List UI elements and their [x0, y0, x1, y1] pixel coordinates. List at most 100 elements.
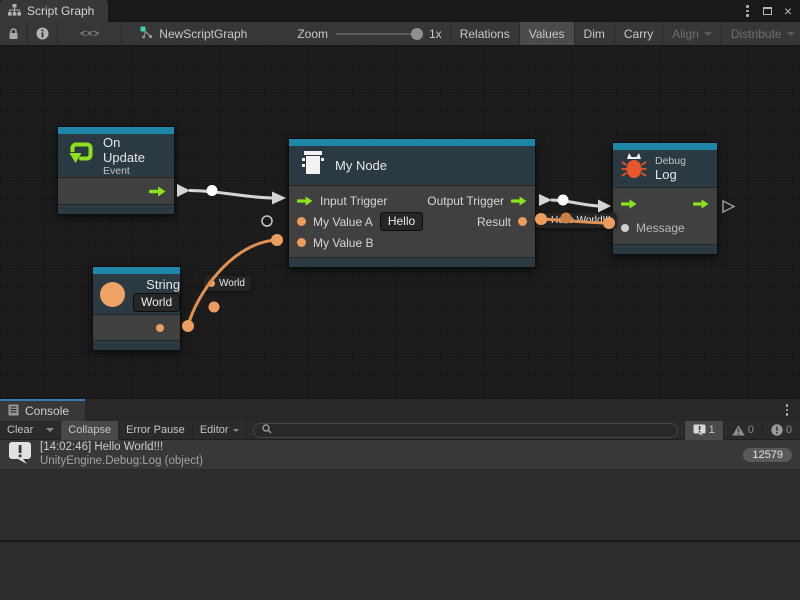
debug-input-trigger-port[interactable]	[621, 199, 637, 209]
output-trigger-port[interactable]	[511, 196, 527, 206]
node-subtitle: Event	[103, 165, 164, 177]
wire-endpoint	[182, 320, 194, 332]
info-button[interactable]	[28, 22, 58, 45]
window-controls: ×	[744, 0, 800, 22]
node-debug-log[interactable]: Debug Log Message	[612, 142, 718, 255]
collapse-button[interactable]: Collapse	[61, 421, 119, 440]
window-tab-bar: Script Graph ×	[0, 0, 800, 22]
zoom-slider[interactable]	[336, 33, 421, 35]
distribute-dropdown[interactable]: Distribute	[722, 22, 800, 45]
flow-droplet	[558, 195, 569, 206]
port-label: Message	[636, 221, 685, 235]
console-search[interactable]	[253, 423, 678, 438]
tab-console[interactable]: Console	[0, 399, 85, 421]
chevron-down-icon	[233, 429, 239, 432]
zoom-label: Zoom	[297, 27, 328, 41]
log-entry[interactable]: [14:02:46] Hello World!!! UnityEngine.De…	[0, 440, 800, 470]
my-value-b-port[interactable]	[297, 238, 306, 247]
node-title: My Node	[335, 158, 387, 173]
graph-toolbar-buttons: Relations Values Dim Carry Align Distrib…	[451, 22, 800, 45]
console-menu-icon[interactable]	[784, 402, 791, 418]
value-dot	[540, 217, 547, 224]
warning-count-toggle[interactable]: 0	[723, 421, 762, 440]
graph-name-label: NewScriptGraph	[159, 27, 247, 41]
port-label: My Value B	[313, 236, 373, 250]
info-count: 1	[709, 424, 715, 436]
lock-icon	[8, 28, 19, 40]
graph-canvas[interactable]: On Update Event	[0, 45, 800, 399]
graph-reference[interactable]: NewScriptGraph	[122, 26, 257, 42]
wire-start-arrow	[177, 184, 190, 197]
my-value-a-field[interactable]: Hello	[380, 212, 423, 231]
info-bubble-icon	[693, 424, 706, 436]
error-circle-icon	[771, 424, 783, 436]
wire-end-arrow	[598, 200, 611, 213]
carry-button[interactable]: Carry	[615, 22, 663, 45]
wire-end-arrow	[272, 192, 286, 205]
collapse-count-badge: 12579	[743, 448, 792, 462]
info-count-toggle[interactable]: 1	[684, 421, 723, 440]
port-label: My Value A	[313, 215, 373, 229]
trigger-wire	[189, 191, 274, 199]
my-value-a-port[interactable]	[297, 217, 306, 226]
result-port[interactable]	[518, 217, 527, 226]
info-icon	[36, 27, 49, 40]
chevron-down-icon	[704, 32, 712, 36]
wire-endpoint	[271, 234, 283, 246]
error-pause-button[interactable]: Error Pause	[119, 421, 193, 440]
console-tab-bar: Console	[0, 399, 800, 421]
wire-value-bubble-hello-world: Hello World!!!	[536, 213, 617, 228]
graph-toolbar: <×> NewScriptGraph Zoom 1x Relations Val…	[0, 22, 800, 45]
clear-button[interactable]: Clear	[0, 421, 40, 440]
script-graph-asset-icon	[140, 26, 153, 42]
on-update-loop-icon	[68, 140, 95, 172]
maximize-icon[interactable]	[763, 7, 772, 15]
editor-dropdown[interactable]: Editor	[193, 421, 247, 440]
tab-script-graph[interactable]: Script Graph	[0, 0, 108, 22]
chevron-down-icon	[787, 32, 795, 36]
node-footer	[613, 244, 717, 254]
align-dropdown[interactable]: Align	[663, 22, 722, 45]
chevron-down-icon	[46, 428, 54, 432]
string-output-port[interactable]	[156, 324, 164, 332]
unconnected-trigger-triangle	[723, 201, 734, 212]
warning-count: 0	[748, 424, 754, 436]
node-title: String	[133, 277, 180, 292]
close-icon[interactable]: ×	[784, 4, 792, 18]
message-port[interactable]	[621, 224, 629, 232]
window-menu-icon[interactable]	[744, 3, 751, 19]
input-trigger-port[interactable]	[297, 196, 313, 206]
node-header-bar	[613, 143, 717, 150]
zoom-slider-handle[interactable]	[411, 28, 423, 40]
flow-droplet	[209, 302, 220, 313]
node-title: On Update	[103, 135, 164, 165]
wire-start-arrow	[539, 194, 552, 206]
node-my-node[interactable]: My Node Input Trigger Output Trigger My …	[288, 138, 536, 268]
node-string-literal[interactable]: String World	[92, 266, 181, 351]
on-update-output-port[interactable]	[149, 186, 166, 197]
string-value-field[interactable]: World	[133, 293, 180, 312]
error-count: 0	[786, 424, 792, 436]
console-panel: Console Clear Collapse Error Pause Edito…	[0, 399, 800, 600]
values-button[interactable]: Values	[520, 22, 575, 45]
search-icon	[262, 424, 272, 437]
clear-dropdown[interactable]	[40, 421, 61, 440]
node-on-update[interactable]: On Update Event	[57, 126, 175, 215]
console-log-list: [14:02:46] Hello World!!! UnityEngine.De…	[0, 440, 800, 540]
search-input[interactable]	[277, 424, 669, 436]
string-literal-icon	[100, 282, 125, 307]
bug-icon	[621, 152, 647, 186]
warning-triangle-icon	[732, 425, 745, 436]
relations-button[interactable]: Relations	[451, 22, 520, 45]
node-header-bar	[289, 139, 535, 146]
lock-button[interactable]	[0, 22, 28, 45]
debug-output-trigger-port[interactable]	[693, 199, 709, 209]
dim-button[interactable]: Dim	[575, 22, 615, 45]
code-view-button[interactable]: <×>	[58, 22, 122, 45]
node-supertitle: Debug	[655, 155, 686, 167]
node-header-bar	[93, 267, 180, 274]
error-count-toggle[interactable]: 0	[762, 421, 800, 440]
console-tab-label: Console	[25, 404, 69, 418]
unconnected-port-circle	[262, 216, 272, 226]
node-title: Log	[655, 167, 686, 182]
